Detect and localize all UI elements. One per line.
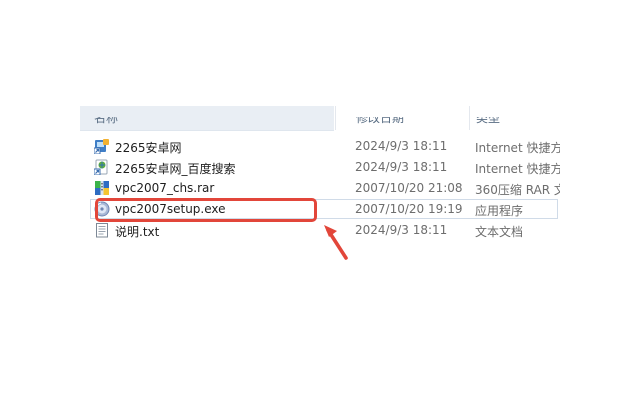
column-header-type-label: 类型 <box>476 111 501 125</box>
column-header-type[interactable]: 类型 <box>469 106 570 130</box>
file-type: Internet 快捷方式 <box>475 162 560 176</box>
file-name: 2265安卓网_百度搜索 <box>115 162 236 176</box>
file-name: 说明.txt <box>115 225 160 239</box>
column-header-date-modified[interactable]: 修改日期 <box>335 106 469 130</box>
file-row[interactable]: vpc2007_chs.rar 2007/10/20 21:08 360压缩 R… <box>90 178 580 198</box>
file-type: 应用程序 <box>475 204 524 218</box>
internet-shortcut-icon <box>93 159 110 176</box>
internet-shortcut-icon <box>93 138 110 155</box>
file-explorer-window: 名称 修改日期 类型 2265安卓网 2024/9/3 18:11 Intern… <box>0 0 640 400</box>
file-type: 360压缩 RAR 文件 <box>475 183 560 197</box>
file-type: Internet 快捷方式 <box>475 141 560 155</box>
column-header-name[interactable]: 名称 <box>80 106 334 131</box>
highlight-annotation-box <box>95 198 317 222</box>
file-name: vpc2007_chs.rar <box>115 181 215 195</box>
file-row[interactable]: 2265安卓网 2024/9/3 18:11 Internet 快捷方式 <box>90 136 580 156</box>
column-header-date-label: 修改日期 <box>356 111 405 125</box>
pointer-arrow-icon <box>324 225 348 260</box>
file-type: 文本文档 <box>475 225 524 239</box>
file-row[interactable]: 2265安卓网_百度搜索 2024/9/3 18:11 Internet 快捷方… <box>90 157 580 177</box>
file-date-modified: 2024/9/3 18:11 <box>355 223 448 237</box>
text-document-icon <box>94 222 110 238</box>
file-date-modified: 2007/10/20 21:08 <box>355 181 463 195</box>
file-name: 2265安卓网 <box>115 141 182 155</box>
file-date-modified: 2024/9/3 18:11 <box>355 160 448 174</box>
file-date-modified: 2007/10/20 19:19 <box>355 202 463 216</box>
rar-archive-icon <box>94 180 110 196</box>
column-header-name-label: 名称 <box>94 111 119 125</box>
file-date-modified: 2024/9/3 18:11 <box>355 139 448 153</box>
